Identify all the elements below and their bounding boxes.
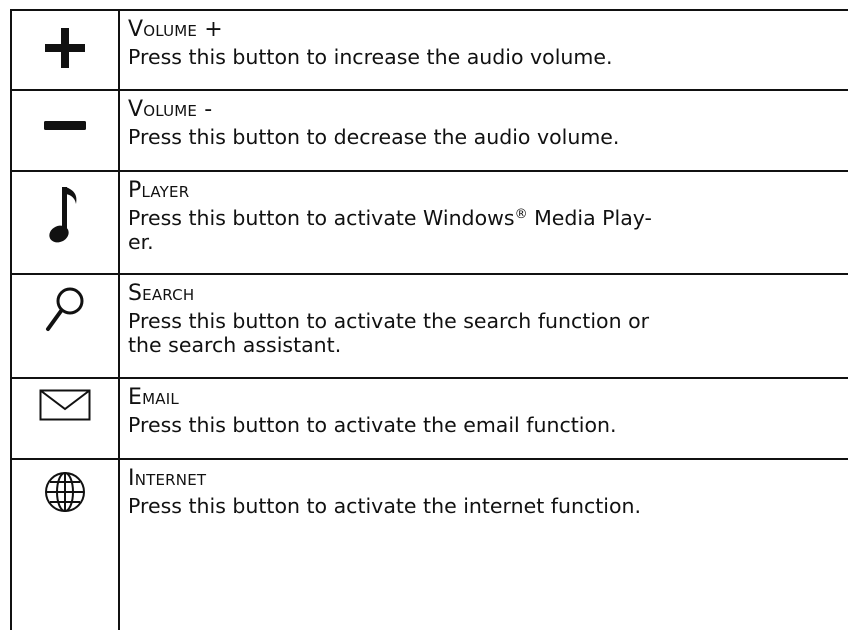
envelope-icon xyxy=(39,389,91,421)
table-row: Internet Press this button to activate t… xyxy=(12,460,848,630)
text-cell: Volume - Press this button to decrease t… xyxy=(120,91,848,170)
row-title: Email xyxy=(128,385,179,410)
plus-icon xyxy=(41,24,89,72)
text-cell: Player Press this button to activate Win… xyxy=(120,172,848,273)
row-description: Press this button to increase the audio … xyxy=(128,45,613,69)
icon-cell xyxy=(12,172,120,273)
table-row: Player Press this button to activate Win… xyxy=(12,172,848,275)
row-title: Internet xyxy=(128,466,207,491)
icon-cell xyxy=(12,460,120,630)
row-description: Press this button to activate the intern… xyxy=(128,494,642,518)
text-cell: Search Press this button to activate the… xyxy=(120,275,848,377)
registered-mark: ® xyxy=(514,207,528,222)
row-title: Player xyxy=(128,178,190,203)
text-cell: Internet Press this button to activate t… xyxy=(120,460,848,630)
globe-icon xyxy=(43,470,87,514)
minus-icon xyxy=(43,117,87,133)
search-icon xyxy=(43,284,87,334)
row-description: Press this button to activate the search… xyxy=(128,309,650,333)
icon-cell xyxy=(12,91,120,170)
description-text: Press this button to activate Windows xyxy=(128,206,515,230)
music-note-icon xyxy=(45,184,85,246)
row-title: Volume - xyxy=(128,97,213,122)
table-row: Email Press this button to activate the … xyxy=(12,379,848,460)
text-cell: Email Press this button to activate the … xyxy=(120,379,848,458)
table-row: Volume + Press this button to increase t… xyxy=(12,11,848,91)
description-text: Media Play- xyxy=(527,206,652,230)
row-description: Press this button to activate Windows® M… xyxy=(128,206,842,230)
text-cell: Volume + Press this button to increase t… xyxy=(120,11,848,89)
row-description: Press this button to decrease the audio … xyxy=(128,125,620,149)
row-title: Volume + xyxy=(128,17,223,42)
row-title: Search xyxy=(128,281,195,306)
table-row: Volume - Press this button to decrease t… xyxy=(12,91,848,172)
button-function-table: Volume + Press this button to increase t… xyxy=(10,9,848,630)
row-description-line2: the search assistant. xyxy=(128,333,342,357)
row-description-line2: er. xyxy=(128,230,154,254)
icon-cell xyxy=(12,11,120,89)
row-description: Press this button to activate the email … xyxy=(128,413,617,437)
icon-cell xyxy=(12,275,120,377)
icon-cell xyxy=(12,379,120,458)
table-row: Search Press this button to activate the… xyxy=(12,275,848,379)
